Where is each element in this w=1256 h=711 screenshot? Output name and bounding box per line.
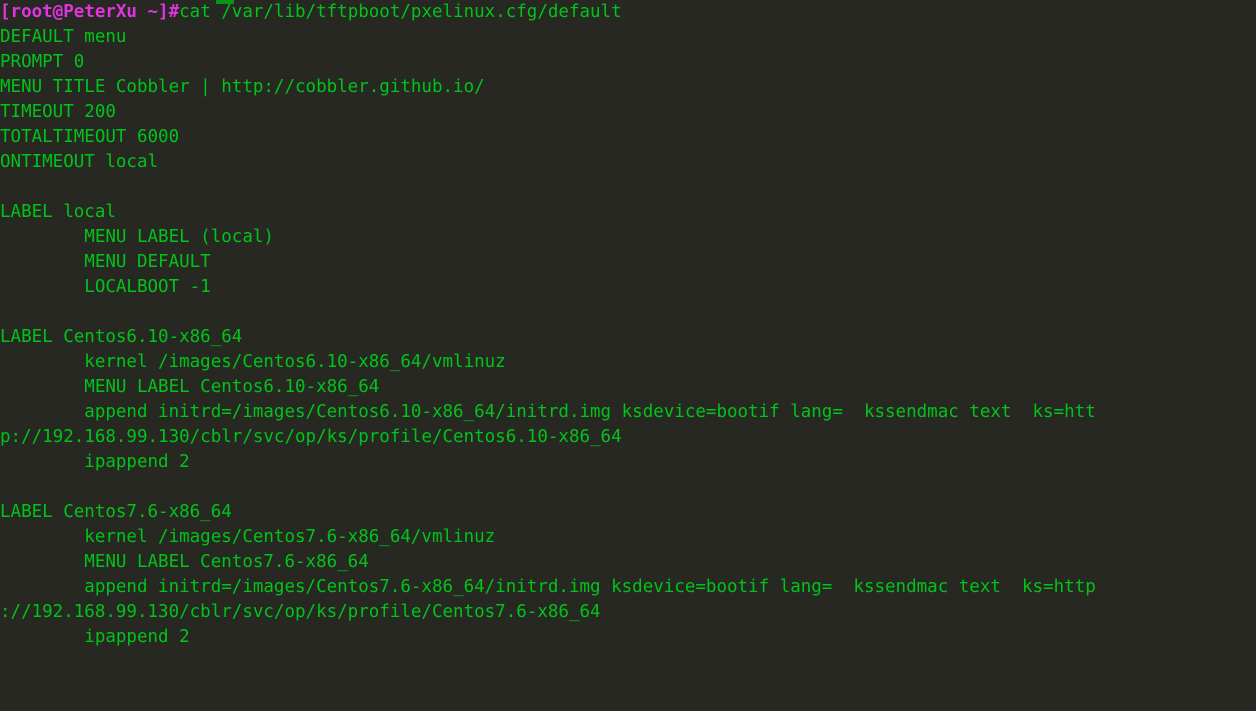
output-line: PROMPT 0	[0, 52, 85, 72]
output-line: kernel /images/Centos6.10-x86_64/vmlinuz	[0, 352, 506, 372]
output-line: append initrd=/images/Centos7.6-x86_64/i…	[0, 577, 1096, 597]
command-text: cat /var/lib/tftpboot/pxelinux.cfg/defau…	[179, 2, 622, 22]
output-line: MENU LABEL Centos6.10-x86_64	[0, 377, 380, 397]
terminal-screen[interactable]: [root@PeterXu ~]#cat /var/lib/tftpboot/p…	[0, 0, 1256, 650]
output-line: MENU LABEL (local)	[0, 227, 274, 247]
output-line: MENU LABEL Centos7.6-x86_64	[0, 552, 369, 572]
output-line: LABEL local	[0, 202, 116, 222]
output-line: MENU TITLE Cobbler | http://cobbler.gith…	[0, 77, 485, 97]
output-line: TOTALTIMEOUT 6000	[0, 127, 180, 147]
output-line: ://192.168.99.130/cblr/svc/op/ks/profile…	[0, 602, 601, 622]
terminal-window[interactable]: [root@PeterXu ~]#cat /var/lib/tftpboot/p…	[0, 0, 1256, 711]
output-line: MENU DEFAULT	[0, 252, 211, 272]
output-line: ipappend 2	[0, 452, 190, 472]
output-line: append initrd=/images/Centos6.10-x86_64/…	[0, 402, 1096, 422]
output-line: TIMEOUT 200	[0, 102, 116, 122]
command-line: [root@PeterXu ~]#cat /var/lib/tftpboot/p…	[0, 0, 1256, 25]
output-line: DEFAULT menu	[0, 27, 127, 47]
output-line: LABEL Centos7.6-x86_64	[0, 502, 232, 522]
shell-prompt: [root@PeterXu ~]#	[0, 2, 180, 22]
output-line: ipappend 2	[0, 627, 190, 647]
output-line: LABEL Centos6.10-x86_64	[0, 327, 243, 347]
command-output: DEFAULT menu PROMPT 0 MENU TITLE Cobbler |…	[0, 25, 1256, 650]
output-line: ONTIMEOUT local	[0, 152, 159, 172]
output-line: kernel /images/Centos7.6-x86_64/vmlinuz	[0, 527, 496, 547]
output-line: LOCALBOOT -1	[0, 277, 211, 297]
output-line: p://192.168.99.130/cblr/svc/op/ks/profil…	[0, 427, 622, 447]
